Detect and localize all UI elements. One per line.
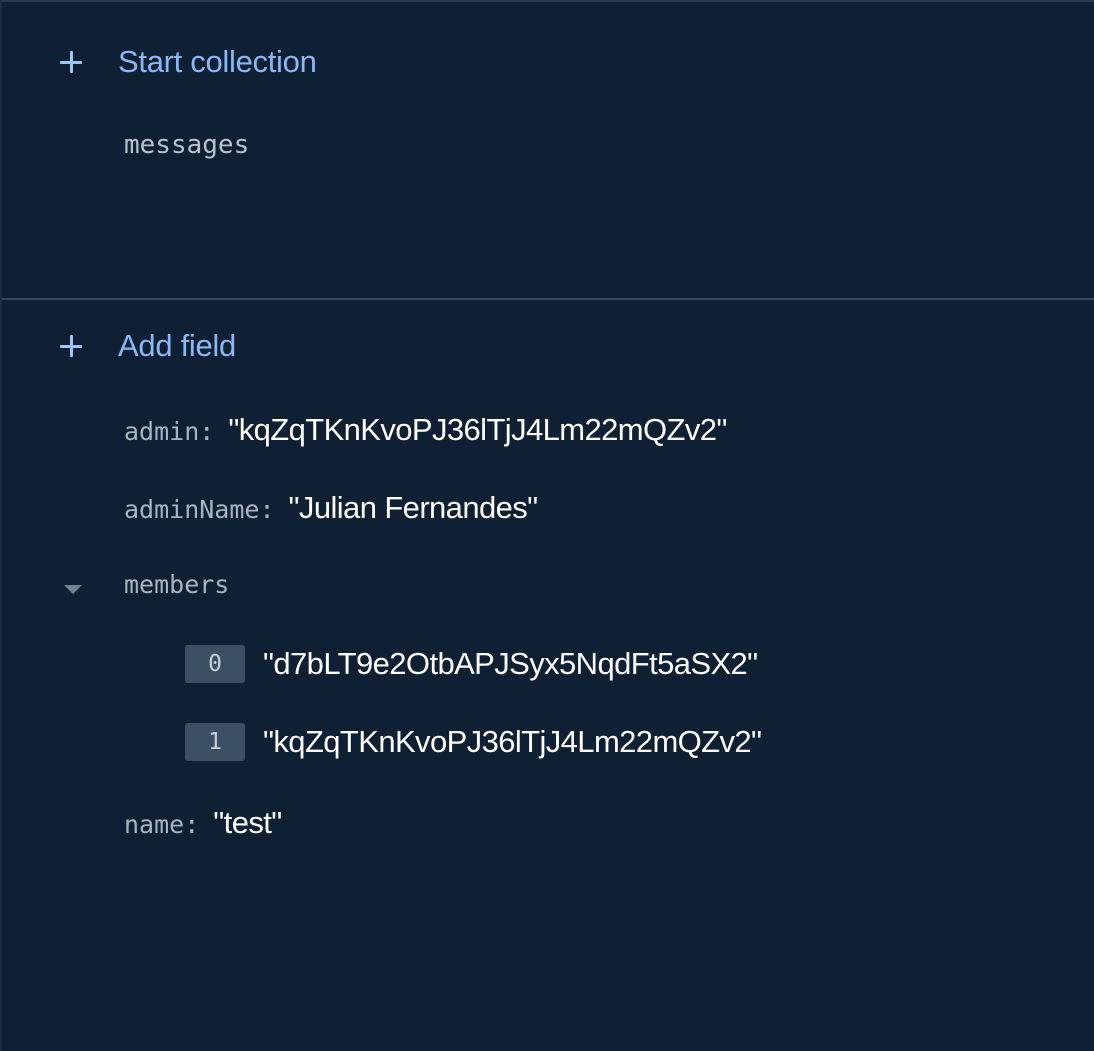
field-colon: : (184, 810, 200, 839)
start-collection-label: Start collection (118, 44, 317, 79)
array-index-badge: 0 (185, 645, 245, 683)
field-value: "kqZqTKnKvoPJ36lTjJ4Lm22mQZv2" (228, 412, 727, 447)
field-row-name[interactable]: name: "test" (124, 805, 282, 841)
caret-down-icon[interactable] (64, 585, 82, 594)
collections-section: Start collection messages (2, 2, 1094, 298)
field-value: "test" (213, 805, 282, 840)
collection-item-messages[interactable]: messages (124, 130, 249, 160)
field-colon: : (259, 495, 275, 524)
field-key: adminName (124, 495, 260, 524)
firestore-document-panel: Start collection messages Add field admi… (0, 0, 1094, 1051)
field-row-members[interactable]: members (124, 570, 229, 599)
field-value: "Julian Fernandes" (288, 490, 539, 525)
add-field-button[interactable]: Add field (60, 326, 236, 366)
field-row-adminName[interactable]: adminName: "Julian Fernandes" (124, 490, 538, 526)
fields-section: Add field admin: "kqZqTKnKvoPJ36lTjJ4Lm2… (2, 300, 1094, 1051)
plus-icon (60, 51, 82, 73)
field-colon: : (199, 417, 215, 446)
field-key: name (124, 810, 185, 839)
array-item-0[interactable]: 0 "d7bLT9e2OtbAPJSyx5NqdFt5aSX2" (185, 645, 758, 683)
array-item-value: "kqZqTKnKvoPJ36lTjJ4Lm22mQZv2" (263, 724, 762, 759)
array-item-1[interactable]: 1 "kqZqTKnKvoPJ36lTjJ4Lm22mQZv2" (185, 723, 762, 761)
plus-icon (60, 335, 82, 357)
start-collection-button[interactable]: Start collection (60, 42, 317, 82)
add-field-label: Add field (118, 328, 236, 363)
array-item-value: "d7bLT9e2OtbAPJSyx5NqdFt5aSX2" (263, 646, 758, 681)
field-key: admin (124, 417, 200, 446)
field-key: members (124, 570, 230, 599)
array-index-badge: 1 (185, 723, 245, 761)
field-row-admin[interactable]: admin: "kqZqTKnKvoPJ36lTjJ4Lm22mQZv2" (124, 412, 727, 448)
